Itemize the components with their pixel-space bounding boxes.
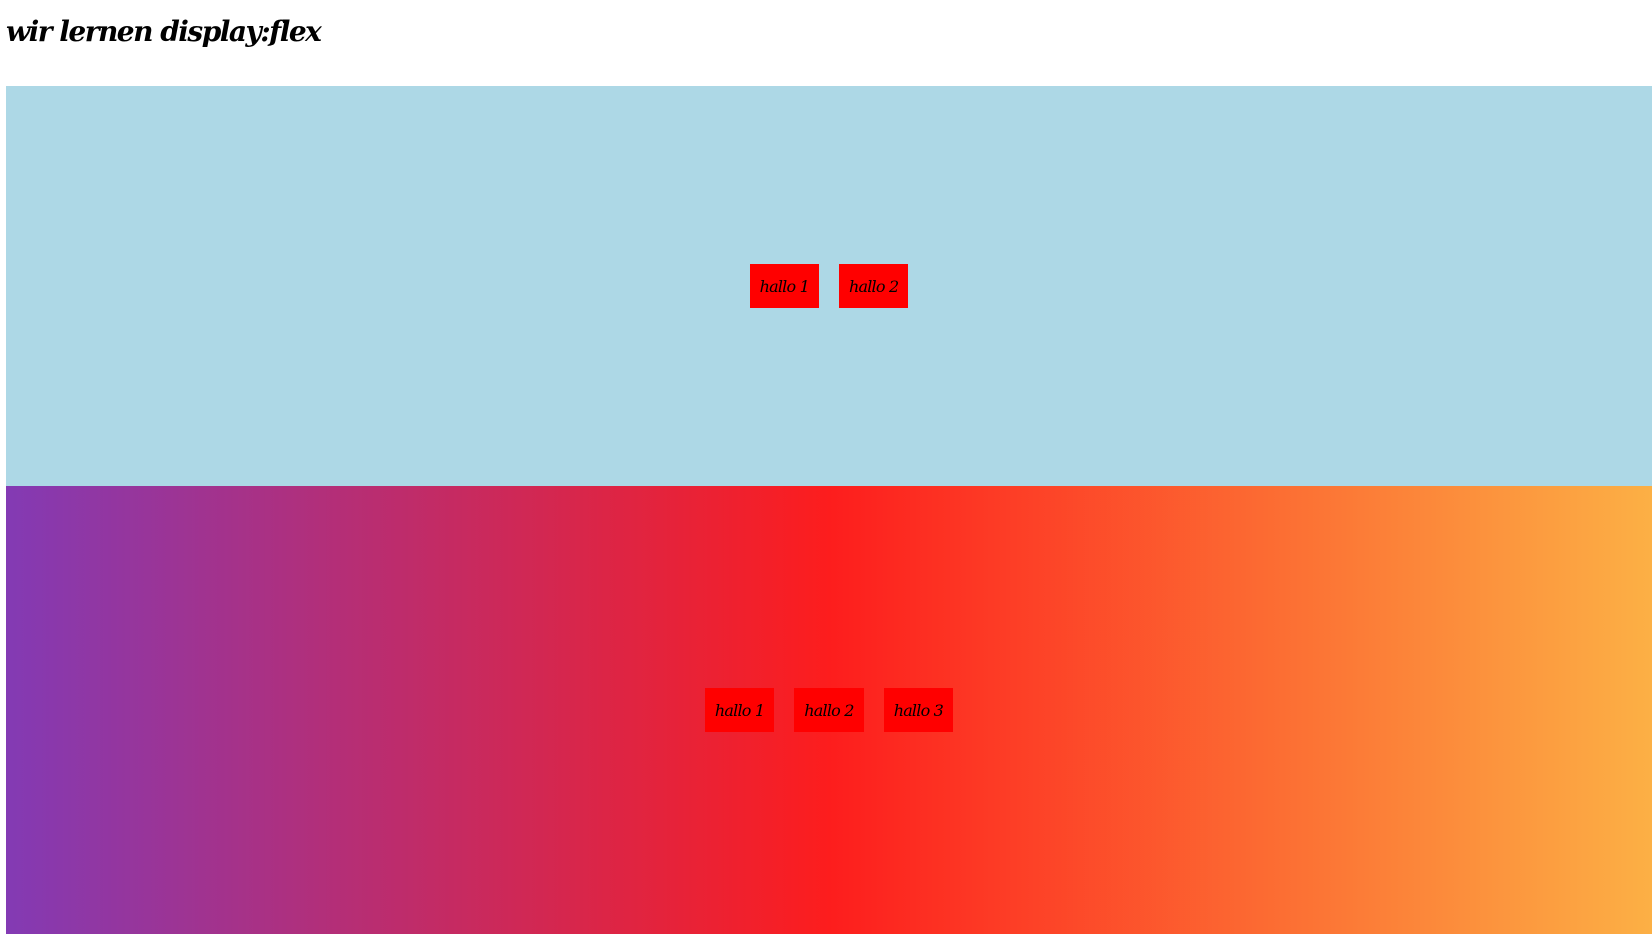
flex-item: hallo 1 bbox=[704, 688, 775, 732]
page-title: wir lernen display:flex bbox=[6, 15, 322, 48]
page: wir lernen display:flex hallo 1 hallo 2 … bbox=[0, 0, 1652, 934]
flex-item: hallo 2 bbox=[839, 264, 909, 308]
flex-item: hallo 2 bbox=[794, 688, 864, 732]
flex-container-blue: hallo 1 hallo 2 bbox=[6, 86, 1652, 486]
flex-item: hallo 3 bbox=[883, 688, 954, 732]
flex-container-gradient: hallo 1 hallo 2 hallo 3 bbox=[6, 486, 1652, 934]
flex-item: hallo 1 bbox=[749, 264, 819, 308]
